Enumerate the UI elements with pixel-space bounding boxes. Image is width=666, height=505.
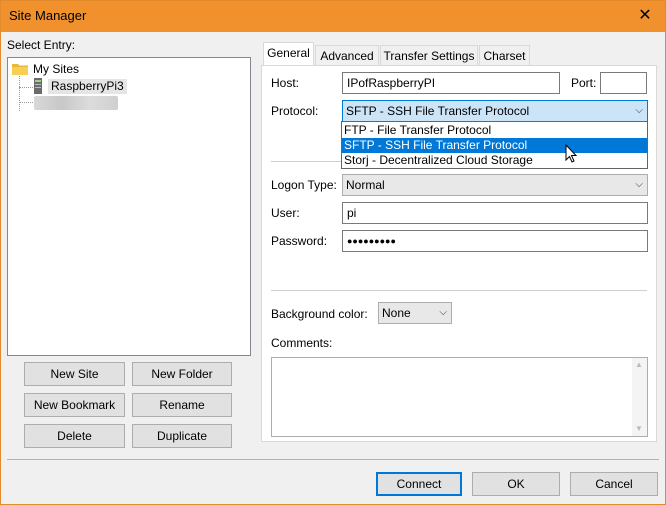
port-label: Port:	[571, 76, 597, 90]
protocol-dropdown-list[interactable]: FTP - File Transfer Protocol SFTP - SSH …	[341, 121, 648, 169]
site-tree[interactable]: My Sites RaspberryPi3	[7, 57, 251, 356]
protocol-option-storj[interactable]: Storj - Decentralized Cloud Storage	[342, 153, 647, 168]
connect-button[interactable]: Connect	[376, 472, 462, 496]
tree-item-my-sites[interactable]: My Sites	[33, 62, 79, 76]
tree-connector	[19, 87, 33, 88]
close-icon[interactable]: ✕	[631, 4, 659, 28]
chevron-down-icon[interactable]: ⌵	[635, 175, 643, 195]
protocol-select-value: SFTP - SSH File Transfer Protocol	[346, 104, 530, 118]
user-input[interactable]: pi	[342, 202, 648, 224]
tab-transfer-settings[interactable]: Transfer Settings	[380, 45, 478, 66]
logon-type-label: Logon Type:	[271, 178, 337, 192]
rename-button[interactable]: Rename	[132, 393, 232, 417]
tree-connector	[19, 76, 20, 111]
cancel-button[interactable]: Cancel	[570, 472, 658, 496]
folder-icon	[12, 63, 28, 75]
chevron-down-icon[interactable]: ⌵	[439, 303, 447, 323]
new-bookmark-button[interactable]: New Bookmark	[24, 393, 125, 417]
divider	[271, 290, 647, 291]
logon-type-value: Normal	[346, 178, 385, 192]
tree-connector	[19, 102, 33, 103]
background-color-select[interactable]: None ⌵	[378, 302, 452, 324]
blurred-tree-item[interactable]	[34, 96, 118, 110]
select-entry-label: Select Entry:	[7, 38, 76, 52]
delete-button[interactable]: Delete	[24, 424, 125, 448]
logon-type-select[interactable]: Normal ⌵	[342, 174, 648, 196]
tree-item-raspberrypi3[interactable]: RaspberryPi3	[48, 79, 127, 94]
host-input[interactable]: IPofRaspberryPI	[342, 72, 560, 94]
scroll-up-icon[interactable]: ▲	[635, 360, 643, 369]
protocol-label: Protocol:	[271, 104, 319, 118]
duplicate-button[interactable]: Duplicate	[132, 424, 232, 448]
protocol-option-sftp[interactable]: SFTP - SSH File Transfer Protocol	[342, 138, 647, 153]
password-label: Password:	[271, 234, 328, 248]
password-input[interactable]: ●●●●●●●●●	[342, 230, 648, 252]
mouse-cursor-icon	[565, 143, 579, 164]
comments-textarea[interactable]: ▲ ▼	[271, 357, 648, 437]
window-title: Site Manager	[9, 8, 87, 23]
protocol-select[interactable]: SFTP - SSH File Transfer Protocol ⌵	[342, 100, 648, 122]
port-input[interactable]	[600, 72, 647, 94]
title-bar[interactable]: Site Manager ✕	[1, 1, 665, 32]
background-color-label: Background color:	[271, 307, 368, 321]
ok-button[interactable]: OK	[472, 472, 560, 496]
new-folder-button[interactable]: New Folder	[132, 362, 232, 386]
tab-charset[interactable]: Charset	[479, 45, 530, 66]
protocol-option-ftp[interactable]: FTP - File Transfer Protocol	[342, 123, 647, 138]
chevron-down-icon[interactable]: ⌵	[635, 101, 643, 121]
site-manager-window: Site Manager ✕ Select Entry: My Sites Ra…	[0, 0, 666, 505]
footer-divider	[7, 459, 659, 460]
user-label: User:	[271, 206, 300, 220]
tab-advanced[interactable]: Advanced	[315, 45, 379, 66]
comments-scrollbar[interactable]: ▲ ▼	[632, 358, 647, 436]
background-color-value: None	[382, 306, 411, 320]
new-site-button[interactable]: New Site	[24, 362, 125, 386]
tab-general[interactable]: General	[263, 42, 314, 66]
server-icon	[34, 78, 42, 94]
host-label: Host:	[271, 76, 300, 90]
scroll-down-icon[interactable]: ▼	[635, 424, 643, 433]
comments-label: Comments:	[271, 336, 333, 350]
